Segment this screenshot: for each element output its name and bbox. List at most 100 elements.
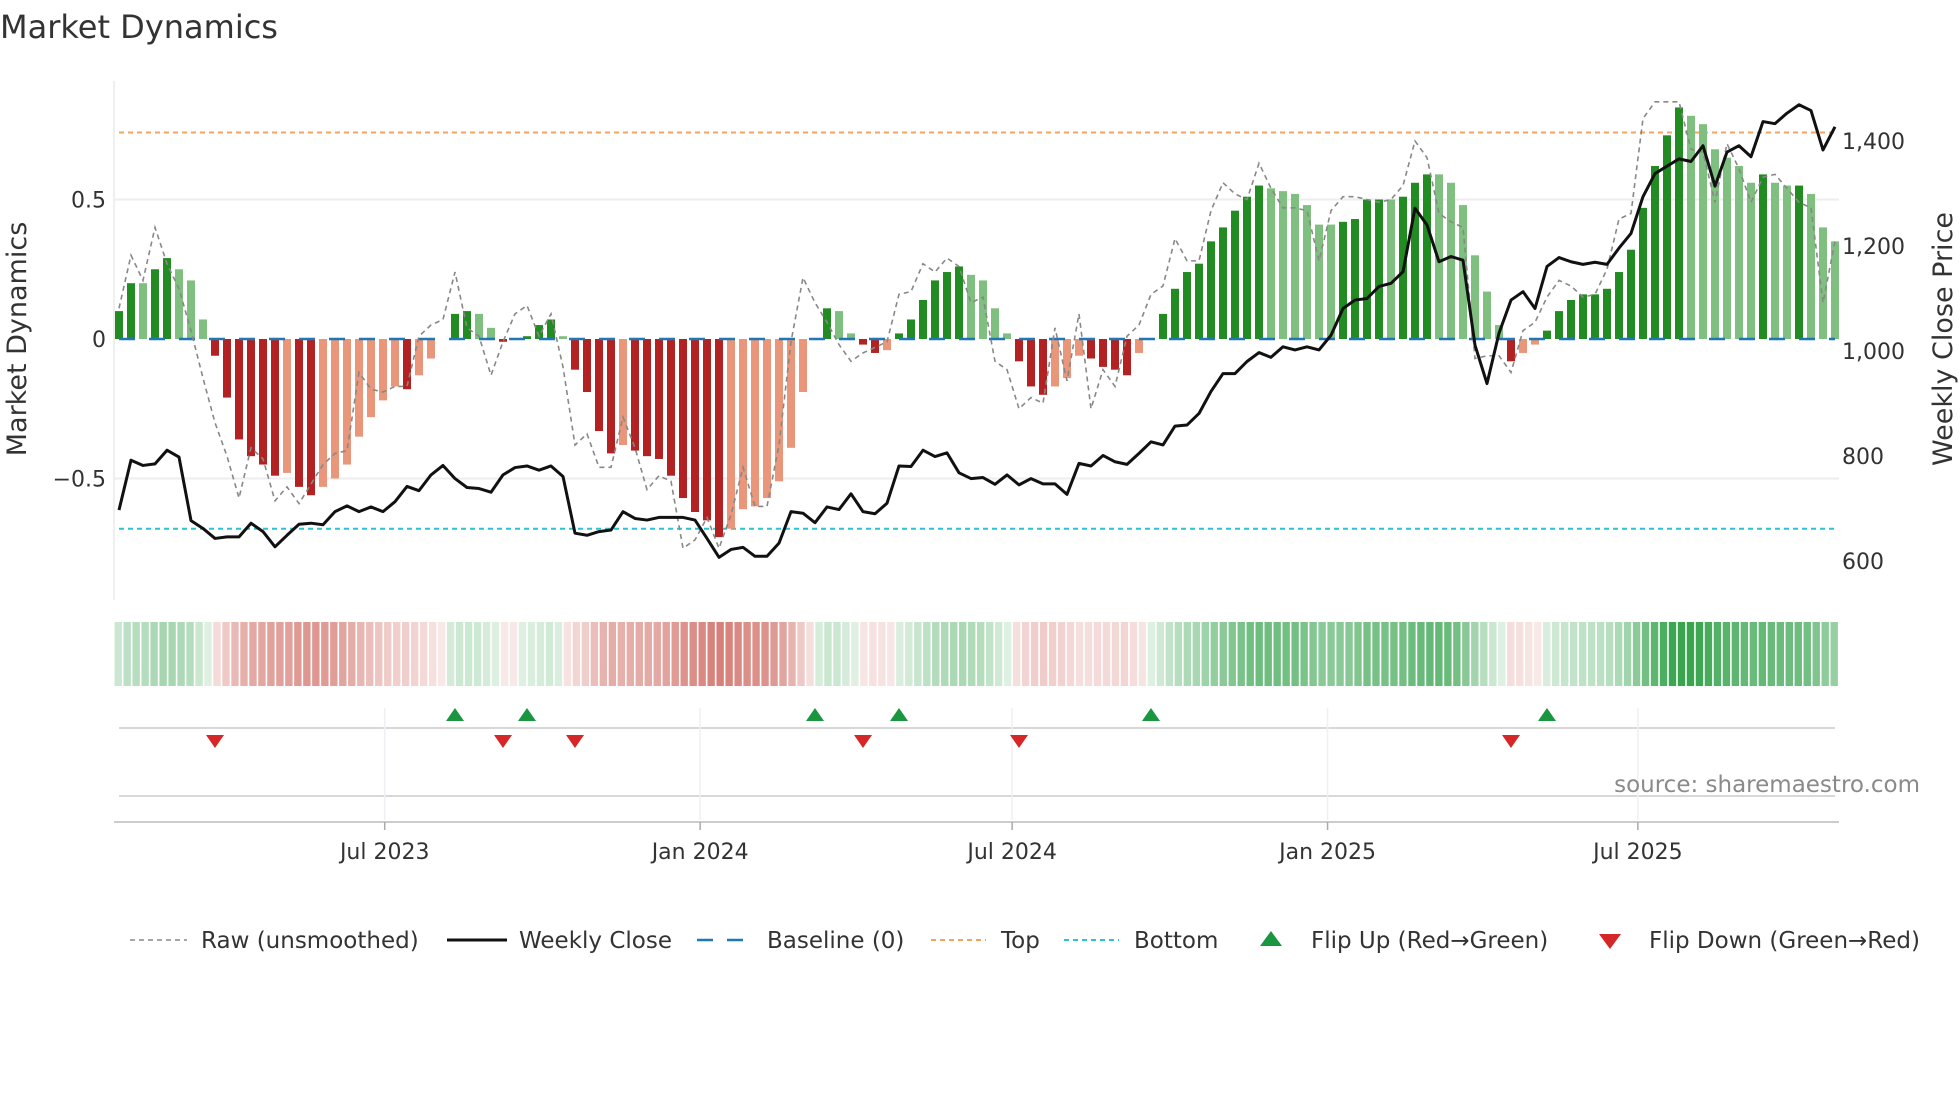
heat-strip-cell — [240, 622, 248, 686]
legend-label: Flip Down (Green→Red) — [1649, 928, 1920, 954]
histogram-bar — [1351, 219, 1359, 339]
heat-strip-cell — [1030, 622, 1039, 686]
histogram-bar — [1063, 339, 1071, 379]
heat-strip-cell — [1740, 622, 1749, 686]
legend-flip-down-swatch — [1599, 934, 1621, 949]
heat-strip-cell — [581, 622, 590, 686]
histogram-bar — [367, 339, 375, 418]
heat-strip-cell — [428, 622, 437, 686]
histogram-bar — [1339, 221, 1347, 339]
histogram-bar — [1507, 339, 1515, 362]
heat-strip-cell — [1354, 622, 1362, 686]
histogram-bar — [1735, 166, 1743, 339]
heat-strip-cell — [1237, 622, 1245, 686]
heat-strip-cell — [141, 622, 149, 686]
heat-strip-cell — [366, 622, 374, 686]
histogram-bar — [295, 339, 303, 487]
heat-strip-cell — [437, 622, 446, 686]
histogram-bar — [331, 339, 339, 479]
histogram-bar — [1519, 339, 1527, 353]
heat-strip-cell — [339, 622, 347, 686]
y2-tick-label: 600 — [1842, 550, 1884, 575]
heat-strip-cell — [1372, 622, 1380, 686]
y-tick-label: 0 — [92, 328, 106, 353]
histogram-bar — [643, 339, 651, 457]
heat-strip-cell — [1534, 622, 1542, 686]
heat-strip-cell — [887, 622, 895, 686]
flip-up-marker — [806, 708, 824, 721]
histogram-bar — [619, 339, 627, 446]
heat-strip-cell — [833, 622, 841, 686]
histogram-bar — [1675, 107, 1683, 340]
heat-strip-cell — [815, 622, 823, 686]
heat-strip-cell — [770, 622, 778, 686]
heat-strip-cell — [375, 622, 383, 686]
x-tick-label: Jul 2024 — [965, 840, 1057, 865]
heat-strip-cell — [1462, 622, 1470, 686]
heat-strip-cell — [932, 622, 940, 686]
heat-strip-cell — [1012, 622, 1021, 686]
legend-label: Raw (unsmoothed) — [201, 928, 419, 954]
heat-strip-cell — [1713, 622, 1722, 686]
heat-strip-cell — [689, 622, 697, 686]
histogram-bar — [115, 311, 123, 339]
histogram-bar — [943, 272, 951, 339]
heat-strip-cell — [599, 622, 608, 686]
heat-strip-cell — [527, 622, 536, 686]
heat-strip-cell — [905, 622, 913, 686]
histogram-bar — [1123, 339, 1131, 376]
heat-strip-cell — [357, 622, 365, 686]
heat-strip-cell — [1318, 622, 1326, 686]
heat-strip-cell — [1192, 622, 1201, 686]
y2-tick-label: 1,200 — [1842, 235, 1905, 260]
heat-strip-cell — [1246, 622, 1254, 686]
heat-strip-cell — [1282, 622, 1290, 686]
histogram-bar — [427, 339, 435, 359]
histogram-bar — [607, 339, 615, 454]
histogram-bar — [1579, 294, 1587, 339]
heat-strip-cell — [1668, 622, 1677, 686]
heat-strip-cell — [824, 622, 832, 686]
heat-strip-cell — [393, 622, 401, 686]
heat-strip-cell — [1147, 622, 1156, 686]
histogram-bar — [871, 339, 879, 353]
heat-strip-cell — [707, 622, 715, 686]
heat-strip-cell — [1381, 622, 1389, 686]
heat-strip-cell — [1578, 622, 1587, 686]
histogram-bar — [1483, 291, 1491, 339]
histogram-bar — [1015, 339, 1023, 362]
heat-strip-cell — [1075, 622, 1084, 686]
heat-strip-cell — [1767, 622, 1776, 686]
histogram-bar — [835, 311, 843, 339]
histogram-bar — [1231, 210, 1239, 339]
histogram-bar — [571, 339, 579, 370]
heat-strip-cell — [1821, 622, 1829, 686]
heat-strip-cell — [1560, 622, 1569, 686]
heat-strip-cell — [536, 622, 545, 686]
heat-strip-cell — [473, 622, 482, 686]
heat-strip-cell — [294, 622, 302, 686]
heat-strip-cell — [1489, 622, 1497, 686]
heat-strip-cell — [985, 622, 994, 686]
histogram-bar — [403, 339, 411, 390]
legend-label: Top — [1000, 928, 1040, 954]
heat-strip-cell — [1102, 622, 1111, 686]
heat-strip-cell — [914, 622, 922, 686]
heat-strip-cell — [1255, 622, 1263, 686]
weekly-close-line — [117, 103, 1837, 559]
histogram-bar — [1639, 207, 1647, 339]
heat-strip-cell — [1794, 622, 1802, 686]
legend-flip-up-swatch — [1260, 931, 1282, 946]
heat-strip-cell — [851, 622, 859, 686]
heat-strip-cell — [752, 622, 760, 686]
histogram-bar — [715, 339, 723, 538]
histogram-bar — [1315, 224, 1323, 339]
histogram-bar — [1027, 339, 1035, 387]
heat-strip-cell — [842, 622, 850, 686]
heat-strip-cell — [132, 622, 140, 686]
histogram-bar — [127, 283, 135, 339]
heat-strip-cell — [1659, 622, 1668, 686]
histogram-bar — [211, 339, 219, 356]
heat-strip-cell — [249, 622, 257, 686]
histogram-bar — [1267, 188, 1275, 339]
